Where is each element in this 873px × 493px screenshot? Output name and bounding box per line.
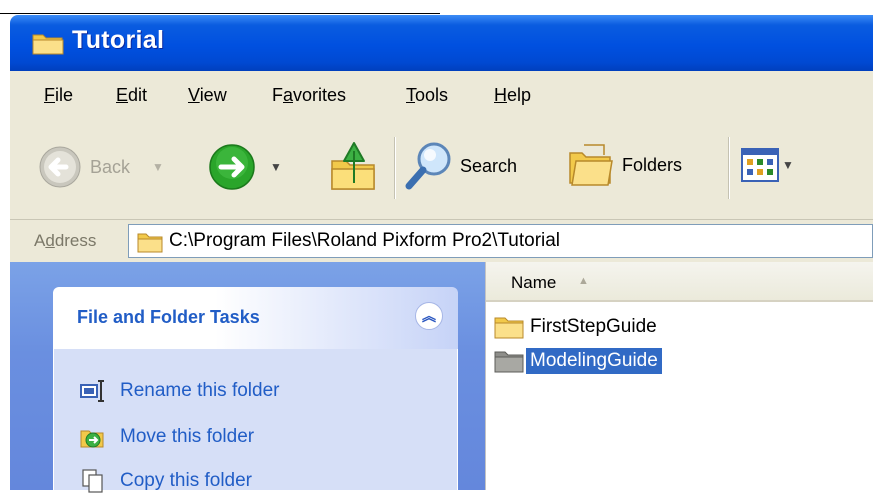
file-item-firststepguide[interactable]: FirstStepGuide <box>494 312 661 342</box>
views-icon <box>741 148 779 182</box>
views-button[interactable]: ▼ <box>740 147 794 183</box>
file-item-modelingguide[interactable]: ModelingGuide <box>494 346 662 376</box>
menu-favorites-rest: vorites <box>293 85 347 105</box>
search-icon <box>405 142 451 190</box>
menu-tools[interactable]: Tools <box>406 85 448 106</box>
name-column-label: Name <box>511 273 557 292</box>
folder-icon <box>32 34 64 55</box>
task-panel-title: File and Folder Tasks <box>77 307 260 327</box>
copy-icon <box>82 469 103 493</box>
rename-folder-link[interactable]: Rename this folder <box>80 379 279 403</box>
menu-help-accel: H <box>494 85 507 105</box>
menu-favorites-pre: F <box>272 85 283 105</box>
address-label-rest: dress <box>54 231 97 250</box>
task-panel-body: Rename this folder Move this folder Copy… <box>53 349 458 493</box>
folders-button[interactable]: Folders <box>566 139 682 191</box>
up-folder-button[interactable] <box>328 137 380 193</box>
back-dropdown-icon[interactable]: ▼ <box>152 160 164 174</box>
address-bar: Address C:\Program Files\Roland Pixform … <box>10 220 873 262</box>
menu-edit-accel: E <box>116 85 129 105</box>
name-column-header[interactable]: Name ▲ <box>486 262 873 302</box>
move-icon <box>80 430 104 448</box>
window-title: Tutorial <box>72 26 165 54</box>
address-label-accel: d <box>45 231 55 250</box>
address-label: Address <box>34 231 96 251</box>
up-folder-icon <box>331 142 375 190</box>
move-folder-link[interactable]: Move this folder <box>80 425 254 449</box>
rename-folder-label: Rename this folder <box>120 380 280 401</box>
forward-button[interactable]: ▼ <box>208 143 282 191</box>
toolbar: Back ▼ ▼ Search Folders ▼ <box>10 123 873 220</box>
toolbar-separator <box>728 137 729 199</box>
address-input[interactable]: C:\Program Files\Roland Pixform Pro2\Tut… <box>128 224 873 258</box>
search-button[interactable]: Search <box>404 139 517 193</box>
menu-file-accel: F <box>44 85 55 105</box>
file-name: FirstStepGuide <box>530 316 657 337</box>
forward-dropdown-icon[interactable]: ▼ <box>270 160 282 174</box>
back-label: Back <box>90 156 131 177</box>
menu-view[interactable]: View <box>188 85 227 106</box>
folder-icon <box>494 351 524 373</box>
folder-icon <box>494 317 524 339</box>
menu-help-rest: elp <box>507 85 532 105</box>
menu-tools-accel: T <box>406 85 415 105</box>
task-pane: File and Folder Tasks ︽ Rename this fold… <box>10 262 485 493</box>
menu-favorites-accel: a <box>283 85 294 105</box>
menu-view-rest: iew <box>199 85 227 105</box>
toolbar-separator <box>394 137 395 199</box>
copy-folder-link[interactable]: Copy this folder <box>80 469 252 493</box>
menu-view-accel: V <box>188 85 200 105</box>
move-folder-label: Move this folder <box>120 426 255 447</box>
file-list: Name ▲ FirstStepGuide ModelingGuide <box>485 262 873 490</box>
address-value: C:\Program Files\Roland Pixform Pro2\Tut… <box>169 230 561 251</box>
rename-icon <box>80 380 104 402</box>
crop-line <box>0 13 440 14</box>
menu-edit-rest: dit <box>128 85 148 105</box>
file-name: ModelingGuide <box>526 348 662 374</box>
address-label-pre: A <box>34 231 46 250</box>
menu-file-rest: ile <box>55 85 74 105</box>
search-label: Search <box>460 155 518 176</box>
folder-icon <box>137 233 163 253</box>
task-panel-header[interactable]: File and Folder Tasks ︽ <box>53 287 458 349</box>
menu-file[interactable]: File <box>44 85 73 106</box>
title-bar[interactable]: Tutorial <box>10 15 873 71</box>
window-edge <box>0 14 10 490</box>
views-dropdown-icon[interactable]: ▼ <box>782 158 794 172</box>
back-button[interactable]: Back ▼ <box>38 145 164 189</box>
menu-tools-rest: ools <box>415 85 449 105</box>
collapse-chevron-icon[interactable]: ︽ <box>415 302 443 330</box>
menu-favorites[interactable]: Favorites <box>272 85 346 106</box>
menu-help[interactable]: Help <box>494 85 531 106</box>
copy-folder-label: Copy this folder <box>120 470 253 491</box>
forward-arrow-icon <box>209 144 255 190</box>
folders-label: Folders <box>622 154 683 175</box>
folders-icon <box>569 144 613 186</box>
back-arrow-icon <box>39 146 81 188</box>
menu-edit[interactable]: Edit <box>116 85 147 106</box>
file-folder-tasks-panel: File and Folder Tasks ︽ Rename this fold… <box>53 287 458 493</box>
menu-bar: File Edit View Favorites Tools Help <box>10 71 873 124</box>
sort-ascending-icon: ▲ <box>578 275 589 287</box>
